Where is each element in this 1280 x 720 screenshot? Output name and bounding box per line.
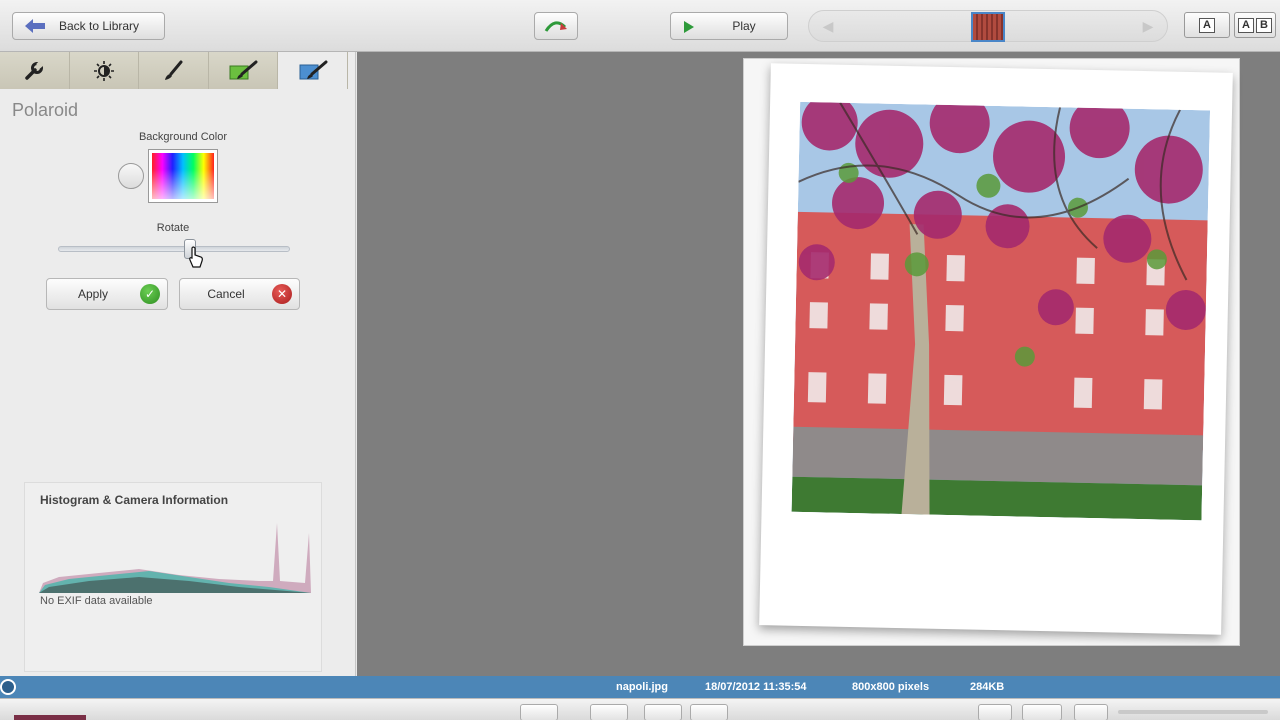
status-bar: napoli.jpg 18/07/2012 11:35:54 800x800 p… bbox=[0, 676, 1280, 698]
histogram-panel: Histogram & Camera Information No EXIF d… bbox=[24, 482, 322, 672]
tab-frames[interactable] bbox=[278, 52, 348, 89]
photo-image bbox=[791, 101, 1211, 521]
back-to-library-label: Back to Library bbox=[59, 19, 140, 33]
compare-view-label-b: B bbox=[1256, 17, 1272, 33]
play-slideshow-button[interactable]: Play bbox=[670, 12, 788, 40]
mouse-cursor-icon bbox=[189, 246, 203, 268]
background-color-picker[interactable] bbox=[148, 149, 218, 203]
undo-arrow-icon bbox=[544, 21, 567, 32]
play-icon bbox=[684, 21, 694, 33]
next-arrow-icon[interactable]: ▶ bbox=[1139, 19, 1157, 33]
undo-changes-button[interactable] bbox=[534, 12, 578, 40]
status-date: 18/07/2012 11:35:54 bbox=[705, 681, 807, 693]
rotate-left-button[interactable] bbox=[644, 704, 682, 720]
edit-tabs bbox=[0, 52, 348, 89]
panel-title: Polaroid bbox=[12, 100, 79, 120]
exif-info-text: No EXIF data available bbox=[40, 595, 153, 607]
polaroid-frame[interactable] bbox=[759, 63, 1233, 635]
top-toolbar: Back to Library Play ◀ ▶ A AB bbox=[0, 0, 1280, 52]
rotate-slider[interactable] bbox=[58, 246, 290, 252]
no-color-swatch[interactable] bbox=[118, 163, 144, 189]
status-dimensions: 800x800 pixels bbox=[852, 681, 930, 693]
brush-icon bbox=[165, 60, 183, 80]
histogram-title: Histogram & Camera Information bbox=[40, 493, 229, 507]
bottom-toolbar bbox=[0, 698, 1280, 720]
color-spectrum bbox=[152, 153, 214, 199]
cancel-button[interactable]: Cancel ✕ bbox=[179, 278, 300, 310]
info-button[interactable] bbox=[590, 704, 628, 720]
current-photo-thumbnail[interactable] bbox=[971, 12, 1005, 42]
rotate-label: Rotate bbox=[156, 222, 190, 234]
frame-icon bbox=[299, 60, 328, 79]
fit-screen-button[interactable] bbox=[1074, 704, 1108, 720]
apply-button[interactable]: Apply ✓ bbox=[46, 278, 168, 310]
photo-illustration bbox=[791, 101, 1211, 521]
play-label: Play bbox=[732, 19, 756, 33]
rotate-right-button[interactable] bbox=[690, 704, 728, 720]
apply-label: Apply bbox=[77, 287, 109, 301]
previous-arrow-icon[interactable]: ◀ bbox=[819, 19, 837, 33]
zoom-slider[interactable] bbox=[1118, 710, 1268, 714]
add-button[interactable] bbox=[520, 704, 558, 720]
cancel-label: Cancel bbox=[207, 287, 245, 301]
back-arrow-icon bbox=[25, 19, 45, 33]
tab-adjust[interactable] bbox=[0, 52, 70, 89]
single-view-button[interactable]: A bbox=[1184, 12, 1230, 38]
checkmark-icon: ✓ bbox=[140, 284, 160, 304]
close-icon: ✕ bbox=[272, 284, 292, 304]
tab-light[interactable] bbox=[69, 52, 140, 89]
filmstrip-navigator: ◀ ▶ bbox=[808, 10, 1168, 42]
grid-view-button[interactable] bbox=[1022, 704, 1062, 720]
tab-effects[interactable] bbox=[208, 52, 279, 89]
compare-view-label-a: A bbox=[1238, 17, 1254, 33]
background-color-label: Background Color bbox=[138, 131, 228, 143]
info-toggle-icon[interactable] bbox=[0, 679, 16, 695]
single-page-button[interactable] bbox=[978, 704, 1012, 720]
photo-canvas bbox=[357, 52, 1280, 676]
effects-icon bbox=[229, 60, 258, 79]
tab-brush[interactable] bbox=[139, 52, 209, 89]
brightness-icon bbox=[93, 60, 114, 81]
status-filename: napoli.jpg bbox=[616, 681, 668, 693]
single-view-label: A bbox=[1199, 17, 1215, 33]
wrench-icon bbox=[25, 60, 45, 80]
status-filesize: 284KB bbox=[970, 681, 1005, 693]
filmstrip-thumbnail[interactable] bbox=[14, 715, 86, 720]
compare-view-button[interactable]: AB bbox=[1234, 12, 1276, 38]
edit-panel: Polaroid Background Color Rotate Apply ✓… bbox=[0, 52, 356, 676]
back-to-library-button[interactable]: Back to Library bbox=[12, 12, 165, 40]
histogram-graph bbox=[39, 523, 311, 593]
